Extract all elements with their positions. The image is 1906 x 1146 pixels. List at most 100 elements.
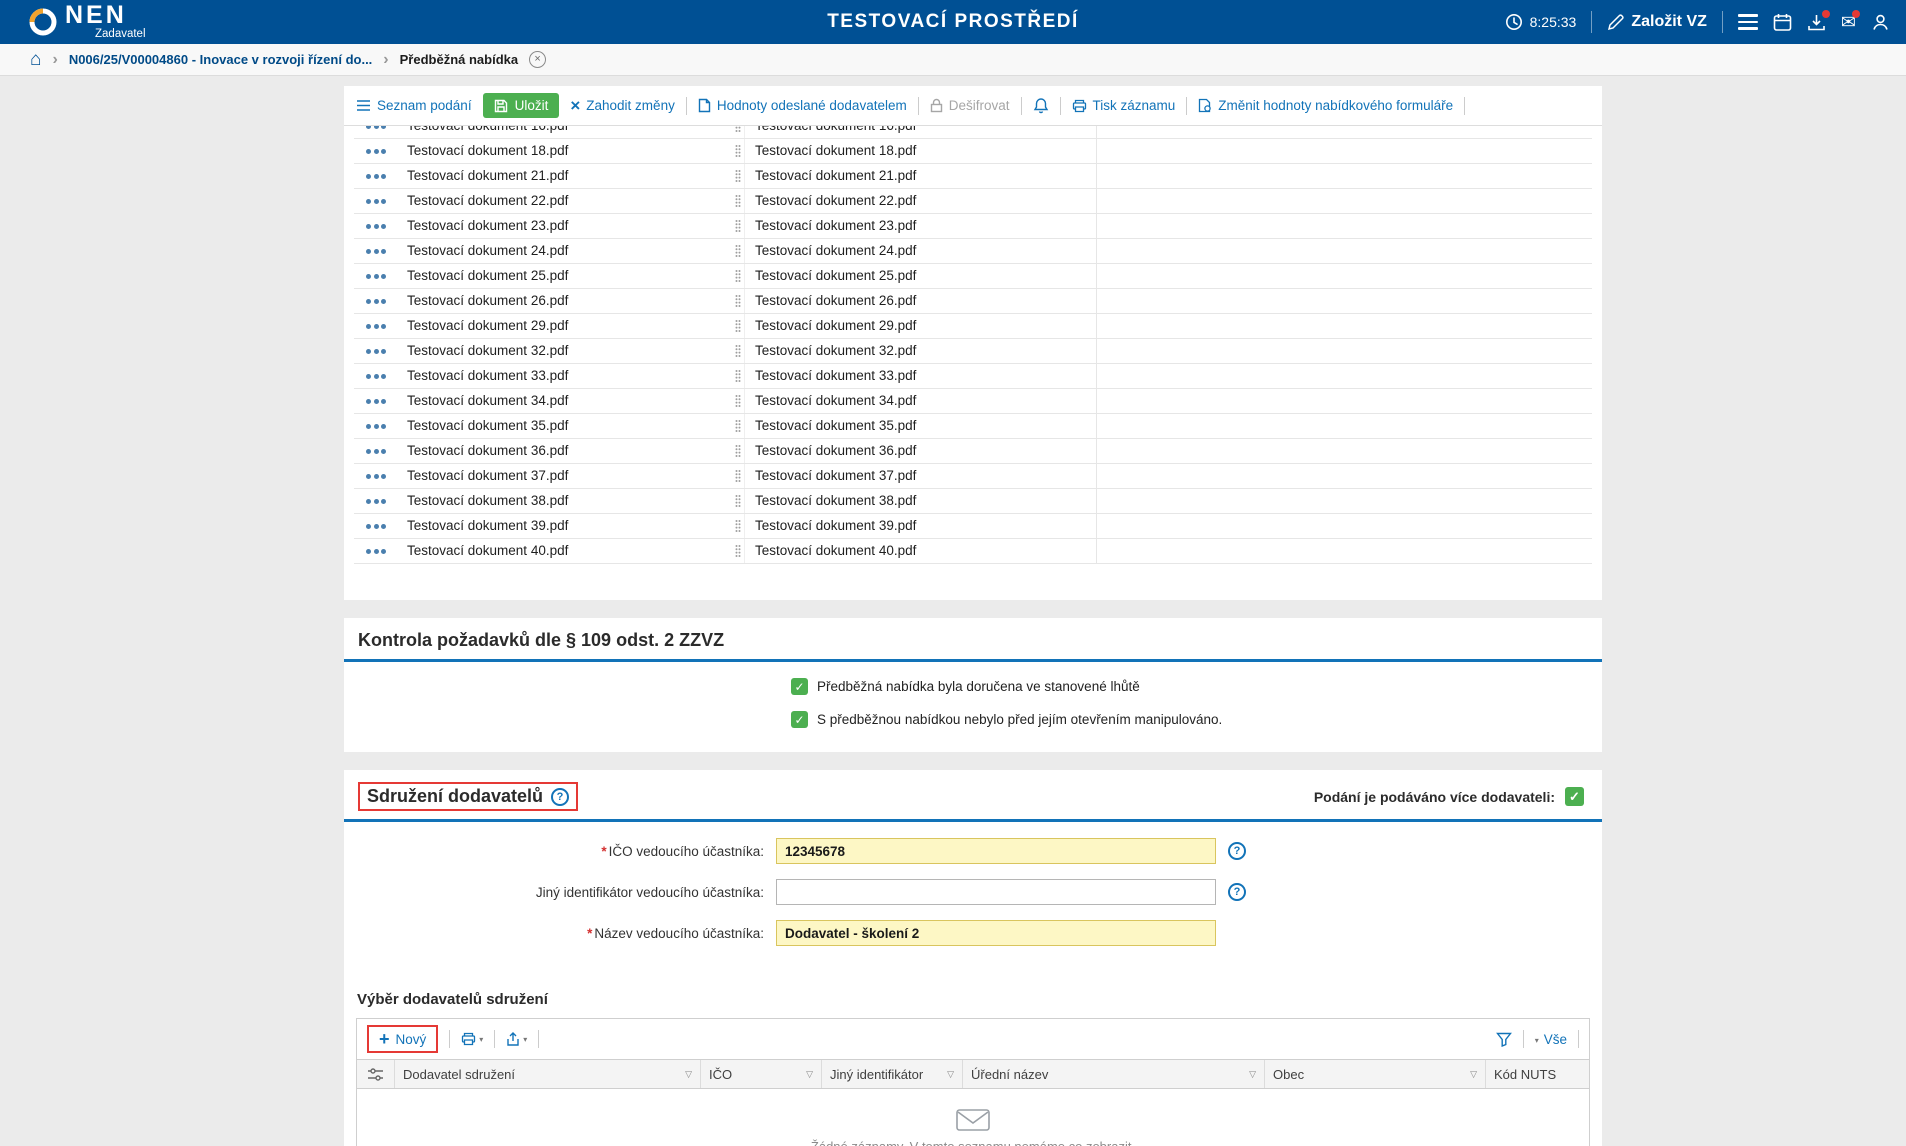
column-filter-icon[interactable]: ▽: [1249, 1069, 1256, 1080]
grid-column-header[interactable]: Úřední název▽: [963, 1060, 1265, 1088]
column-drag-handle-icon[interactable]: [735, 394, 741, 408]
table-row[interactable]: Testovací dokument 36.pdfTestovací dokum…: [354, 439, 1592, 464]
table-row[interactable]: Testovací dokument 33.pdfTestovací dokum…: [354, 364, 1592, 389]
table-row[interactable]: Testovací dokument 25.pdfTestovací dokum…: [354, 264, 1592, 289]
row-options-icon[interactable]: [366, 399, 386, 404]
column-drag-handle-icon[interactable]: [735, 544, 741, 558]
table-row[interactable]: Testovací dokument 22.pdfTestovací dokum…: [354, 189, 1592, 214]
grid-column-header[interactable]: Dodavatel sdružení▽: [395, 1060, 701, 1088]
table-row[interactable]: Testovací dokument 18.pdfTestovací dokum…: [354, 139, 1592, 164]
column-drag-handle-icon[interactable]: [735, 519, 741, 533]
row-options-icon[interactable]: [366, 299, 386, 304]
name-input[interactable]: [776, 920, 1216, 946]
save-button[interactable]: Uložit: [483, 93, 560, 118]
grid-settings-icon[interactable]: [357, 1060, 395, 1088]
row-options-icon[interactable]: [366, 224, 386, 229]
ico-input[interactable]: [776, 838, 1216, 864]
menu-icon[interactable]: [1738, 14, 1758, 30]
row-options-icon[interactable]: [366, 474, 386, 479]
help-icon[interactable]: ?: [1228, 842, 1246, 860]
grid-column-header[interactable]: Jiný identifikátor▽: [822, 1060, 963, 1088]
decrypt-button[interactable]: Dešifrovat: [930, 98, 1010, 113]
column-drag-handle-icon[interactable]: [735, 126, 741, 133]
grid-print-button[interactable]: ▾: [461, 1032, 483, 1046]
column-filter-icon[interactable]: ▽: [806, 1069, 813, 1080]
column-filter-icon[interactable]: ▽: [947, 1069, 954, 1080]
row-options-icon[interactable]: [366, 524, 386, 529]
column-drag-handle-icon[interactable]: [735, 419, 741, 433]
column-drag-handle-icon[interactable]: [735, 269, 741, 283]
new-button[interactable]: + Nový: [367, 1025, 438, 1053]
nen-logo[interactable]: NEN Zadavatel: [28, 3, 146, 41]
seznam-podani-button[interactable]: Seznam podání: [356, 98, 472, 113]
table-row[interactable]: Testovací dokument 34.pdfTestovací dokum…: [354, 389, 1592, 414]
row-options-icon[interactable]: [366, 174, 386, 179]
row-options-icon[interactable]: [366, 274, 386, 279]
grid-export-button[interactable]: ▾: [506, 1032, 527, 1047]
multi-supplier-checkbox[interactable]: ✓: [1565, 787, 1584, 806]
table-row[interactable]: Testovací dokument 16.pdfTestovací dokum…: [354, 126, 1592, 139]
discard-changes-button[interactable]: × Zahodit změny: [570, 97, 674, 114]
help-icon[interactable]: ?: [1228, 883, 1246, 901]
table-row[interactable]: Testovací dokument 24.pdfTestovací dokum…: [354, 239, 1592, 264]
help-icon[interactable]: ?: [551, 788, 569, 806]
row-options-icon[interactable]: [366, 324, 386, 329]
column-drag-handle-icon[interactable]: [735, 194, 741, 208]
column-drag-handle-icon[interactable]: [735, 444, 741, 458]
row-options-icon[interactable]: [366, 126, 386, 129]
column-drag-handle-icon[interactable]: [735, 319, 741, 333]
change-form-values-button[interactable]: Změnit hodnoty nabídkového formuláře: [1198, 98, 1453, 113]
close-tab-icon[interactable]: ×: [529, 51, 546, 68]
column-drag-handle-icon[interactable]: [735, 369, 741, 383]
row-options-icon[interactable]: [366, 349, 386, 354]
grid-column-header[interactable]: Kód NUTS: [1486, 1060, 1589, 1088]
column-drag-handle-icon[interactable]: [735, 494, 741, 508]
row-options-icon[interactable]: [366, 249, 386, 254]
view-all-dropdown[interactable]: ▾ Vše: [1535, 1032, 1567, 1047]
table-row[interactable]: Testovací dokument 23.pdfTestovací dokum…: [354, 214, 1592, 239]
row-options-icon[interactable]: [366, 449, 386, 454]
row-options-icon[interactable]: [366, 374, 386, 379]
document-name: Testovací dokument 34.pdf: [407, 389, 568, 413]
notifications-button[interactable]: [1033, 97, 1049, 114]
print-record-button[interactable]: Tisk záznamu: [1072, 98, 1176, 113]
row-options-icon[interactable]: [366, 549, 386, 554]
table-row[interactable]: Testovací dokument 29.pdfTestovací dokum…: [354, 314, 1592, 339]
sdruzeni-section: Sdružení dodavatelů ? Podání je podáváno…: [344, 770, 1602, 1146]
other-id-input[interactable]: [776, 879, 1216, 905]
create-vz-button[interactable]: Založit VZ: [1607, 13, 1707, 31]
user-icon[interactable]: [1871, 13, 1890, 32]
table-row[interactable]: Testovací dokument 21.pdfTestovací dokum…: [354, 164, 1592, 189]
table-row[interactable]: Testovací dokument 37.pdfTestovací dokum…: [354, 464, 1592, 489]
table-row[interactable]: Testovací dokument 38.pdfTestovací dokum…: [354, 489, 1592, 514]
row-options-icon[interactable]: [366, 199, 386, 204]
calendar-icon[interactable]: [1773, 13, 1792, 32]
ico-field-row: *IČO vedoucího účastníka: ?: [344, 838, 1602, 864]
table-row[interactable]: Testovací dokument 32.pdfTestovací dokum…: [354, 339, 1592, 364]
row-options-icon[interactable]: [366, 149, 386, 154]
column-drag-handle-icon[interactable]: [735, 294, 741, 308]
mail-icon[interactable]: ✉: [1841, 13, 1856, 31]
row-options-icon[interactable]: [366, 499, 386, 504]
table-row[interactable]: Testovací dokument 35.pdfTestovací dokum…: [354, 414, 1592, 439]
table-row[interactable]: Testovací dokument 40.pdfTestovací dokum…: [354, 539, 1592, 564]
column-drag-handle-icon[interactable]: [735, 169, 741, 183]
grid-filter-button[interactable]: [1496, 1032, 1512, 1047]
column-drag-handle-icon[interactable]: [735, 244, 741, 258]
table-row[interactable]: Testovací dokument 39.pdfTestovací dokum…: [354, 514, 1592, 539]
supplier-values-button[interactable]: Hodnoty odeslané dodavatelem: [698, 98, 907, 113]
row-options-icon[interactable]: [366, 424, 386, 429]
column-filter-icon[interactable]: ▽: [685, 1069, 692, 1080]
table-row[interactable]: Testovací dokument 26.pdfTestovací dokum…: [354, 289, 1592, 314]
column-drag-handle-icon[interactable]: [735, 144, 741, 158]
column-drag-handle-icon[interactable]: [735, 219, 741, 233]
column-drag-handle-icon[interactable]: [735, 469, 741, 483]
divider: [918, 97, 919, 115]
download-icon[interactable]: [1807, 13, 1826, 32]
breadcrumb-procedure[interactable]: N006/25/V00004860 - Inovace v rozvoji ří…: [69, 52, 372, 67]
column-drag-handle-icon[interactable]: [735, 344, 741, 358]
column-filter-icon[interactable]: ▽: [1470, 1069, 1477, 1080]
grid-column-header[interactable]: IČO▽: [701, 1060, 822, 1088]
grid-column-header[interactable]: Obec▽: [1265, 1060, 1486, 1088]
home-icon[interactable]: ⌂: [30, 50, 41, 69]
